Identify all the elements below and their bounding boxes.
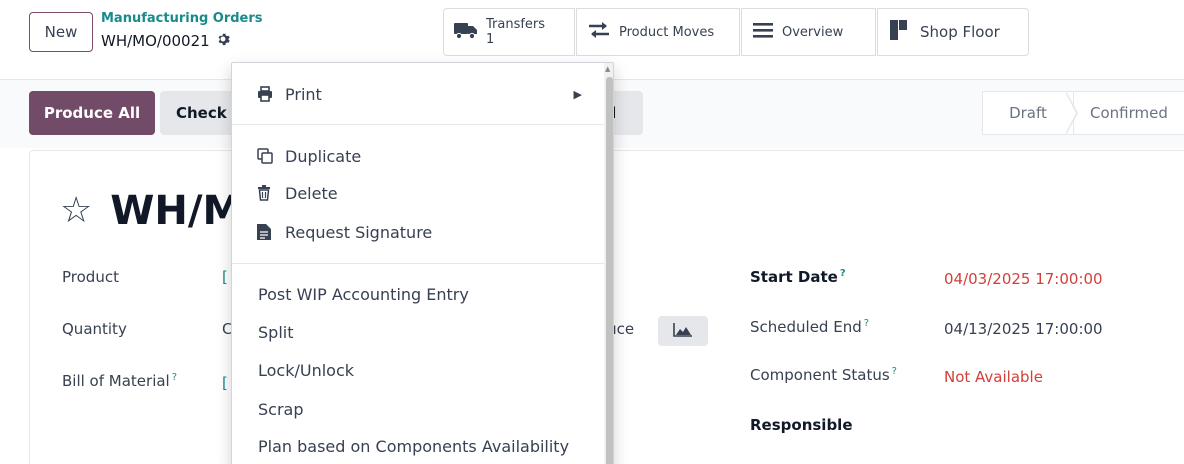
scheduled-end-label: Scheduled End (750, 318, 862, 336)
start-date-help-icon[interactable]: ? (840, 268, 846, 279)
menu-request-signature-label: Request Signature (285, 222, 433, 242)
menu-item-split[interactable]: Split (232, 315, 602, 349)
scroll-up-icon[interactable]: ▲ (605, 65, 610, 73)
action-menu: Print ▶ Duplicate Delete Request Signatu… (231, 62, 614, 464)
scheduled-end-value[interactable]: 04/13/2025 17:00:00 (944, 320, 1103, 338)
product-value[interactable]: [ (222, 268, 228, 286)
stage-separator-inner (1065, 92, 1076, 134)
component-status-value: Not Available (944, 368, 1043, 386)
caret-right-icon: ▶ (573, 87, 582, 101)
bars-icon (752, 21, 774, 43)
gear-icon[interactable] (216, 32, 230, 50)
menu-divider (232, 263, 604, 264)
menu-item-print[interactable]: Print ▶ (232, 77, 602, 111)
product-label: Product (62, 268, 119, 286)
scheduled-end-help-icon[interactable]: ? (864, 318, 869, 329)
transfers-smart-button[interactable]: Transfers 1 (443, 8, 575, 56)
responsible-label: Responsible (750, 416, 853, 434)
menu-lock-unlock-label: Lock/Unlock (258, 360, 355, 380)
trash-icon (257, 185, 279, 201)
menu-split-label: Split (258, 322, 294, 342)
record-title: ☆ WH/M (60, 188, 242, 234)
menu-duplicate-label: Duplicate (285, 146, 362, 166)
shop-floor-icon (888, 18, 912, 46)
component-status-label-wrap: Component Status? (750, 366, 897, 384)
forecast-report-button[interactable] (658, 316, 708, 346)
menu-delete-label: Delete (285, 183, 338, 203)
product-moves-smart-button[interactable]: Product Moves (576, 8, 740, 56)
transfers-label: Transfers (486, 17, 546, 32)
shop-floor-smart-button[interactable]: Shop Floor (877, 8, 1029, 56)
start-date-label-wrap: Start Date? (750, 268, 846, 286)
scheduled-end-label-wrap: Scheduled End? (750, 318, 869, 336)
component-status-label: Component Status (750, 366, 890, 384)
menu-scrap-label: Scrap (258, 399, 304, 419)
exchange-icon (587, 21, 611, 43)
breadcrumb-manufacturing-orders[interactable]: Manufacturing Orders (101, 11, 263, 26)
product-moves-label: Product Moves (619, 24, 715, 40)
shop-floor-label: Shop Floor (920, 23, 1000, 41)
menu-scrollbar-thumb[interactable] (606, 77, 613, 464)
menu-print-label: Print (285, 84, 322, 104)
start-date-label: Start Date (750, 268, 838, 286)
overview-label: Overview (782, 24, 844, 40)
breadcrumb-current: WH/MO/00021 (101, 32, 230, 50)
star-icon[interactable]: ☆ (60, 193, 92, 229)
start-date-value[interactable]: 04/03/2025 17:00:00 (944, 270, 1103, 288)
quantity-label: Quantity (62, 320, 127, 338)
title-text: WH/M (110, 188, 243, 234)
bom-help-icon[interactable]: ? (172, 372, 177, 383)
record-name: WH/MO/00021 (101, 32, 210, 50)
bom-label: Bill of Material (62, 372, 170, 390)
bom-label-wrap: Bill of Material? (62, 372, 177, 390)
print-icon (257, 86, 279, 102)
stage-confirmed[interactable]: Confirmed (1074, 91, 1184, 135)
menu-item-lock-unlock[interactable]: Lock/Unlock (232, 353, 602, 387)
menu-item-post-wip[interactable]: Post WIP Accounting Entry (232, 277, 602, 311)
menu-plan-components-label: Plan based on Components Availability (258, 436, 570, 456)
menu-item-scrap[interactable]: Scrap (232, 392, 602, 426)
menu-item-plan-components[interactable]: Plan based on Components Availability (232, 429, 602, 463)
component-status-help-icon[interactable]: ? (892, 366, 897, 377)
truck-icon (454, 20, 478, 44)
stage-draft[interactable]: Draft (982, 91, 1074, 135)
bom-value[interactable]: [ (222, 374, 228, 392)
menu-item-duplicate[interactable]: Duplicate (232, 139, 602, 173)
transfers-text: Transfers 1 (486, 17, 545, 47)
menu-post-wip-label: Post WIP Accounting Entry (258, 284, 469, 304)
copy-icon (257, 148, 279, 164)
menu-item-delete[interactable]: Delete (232, 176, 602, 210)
transfers-count: 1 (486, 32, 495, 47)
produce-all-button[interactable]: Produce All (29, 91, 155, 135)
file-text-icon (257, 224, 279, 240)
overview-smart-button[interactable]: Overview (741, 8, 876, 56)
menu-item-request-signature[interactable]: Request Signature (232, 215, 602, 249)
area-chart-icon (673, 322, 693, 341)
new-button[interactable]: New (29, 12, 93, 52)
menu-divider (232, 124, 604, 125)
